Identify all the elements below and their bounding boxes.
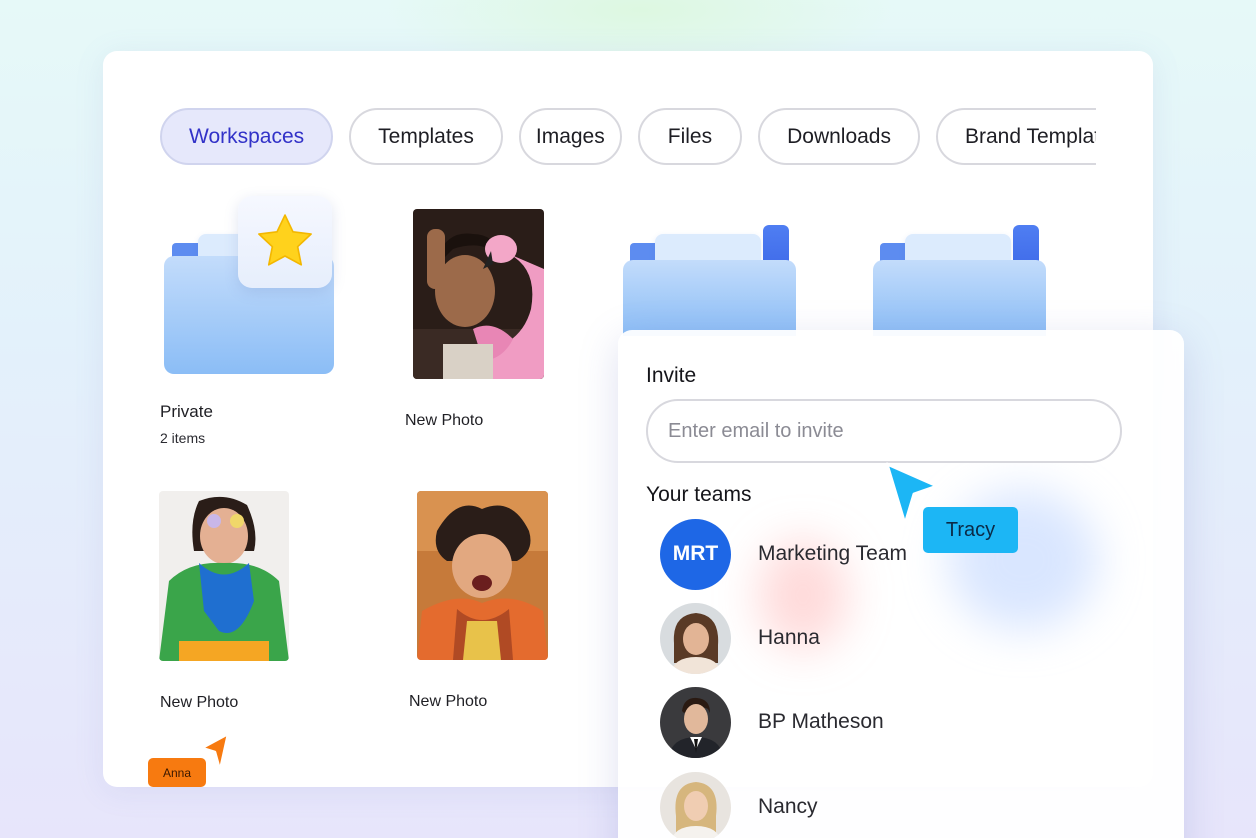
photo-label: New Photo xyxy=(405,412,484,429)
cursor-label-tracy: Tracy xyxy=(923,507,1018,553)
member-name: Hanna xyxy=(758,626,820,649)
invite-title: Invite xyxy=(646,364,697,387)
category-tabs: Workspaces Templates Images Files Downlo… xyxy=(160,108,1096,166)
tab-workspaces[interactable]: Workspaces xyxy=(160,108,334,165)
cursor-label-anna: Anna xyxy=(148,758,206,787)
tab-brand-templates[interactable]: Brand Templates xyxy=(936,108,1096,165)
tab-downloads[interactable]: Downloads xyxy=(758,108,920,165)
team-avatar: MRT xyxy=(660,518,731,590)
member-name: BP Matheson xyxy=(758,710,884,733)
team-item-bp-matheson[interactable]: BP Matheson xyxy=(660,686,1140,758)
star-icon xyxy=(258,214,312,266)
photo-thumbnail[interactable] xyxy=(413,209,544,379)
member-name: Marketing Team xyxy=(758,542,908,565)
photo-label: New Photo xyxy=(160,694,239,711)
avatar xyxy=(660,771,731,838)
tab-images[interactable]: Images xyxy=(518,108,622,165)
tab-files[interactable]: Files xyxy=(637,108,743,165)
photo-thumbnail[interactable] xyxy=(159,491,289,661)
tab-templates[interactable]: Templates xyxy=(349,108,503,165)
favorite-star-badge xyxy=(238,196,332,288)
invite-email-input[interactable] xyxy=(646,399,1122,463)
invite-panel: Invite Your teams MRT Marketing Team Han… xyxy=(618,330,1184,838)
your-teams-title: Your teams xyxy=(646,483,752,506)
private-folder-count: 2 items xyxy=(160,430,206,446)
avatar xyxy=(660,686,731,758)
photo-thumbnail[interactable] xyxy=(417,491,548,660)
photo-label: New Photo xyxy=(409,693,488,710)
team-item-hanna[interactable]: Hanna xyxy=(660,602,1140,674)
avatar xyxy=(660,602,731,674)
private-folder-label: Private xyxy=(160,402,213,421)
member-name: Nancy xyxy=(758,795,818,818)
team-item-nancy[interactable]: Nancy xyxy=(660,771,1140,838)
